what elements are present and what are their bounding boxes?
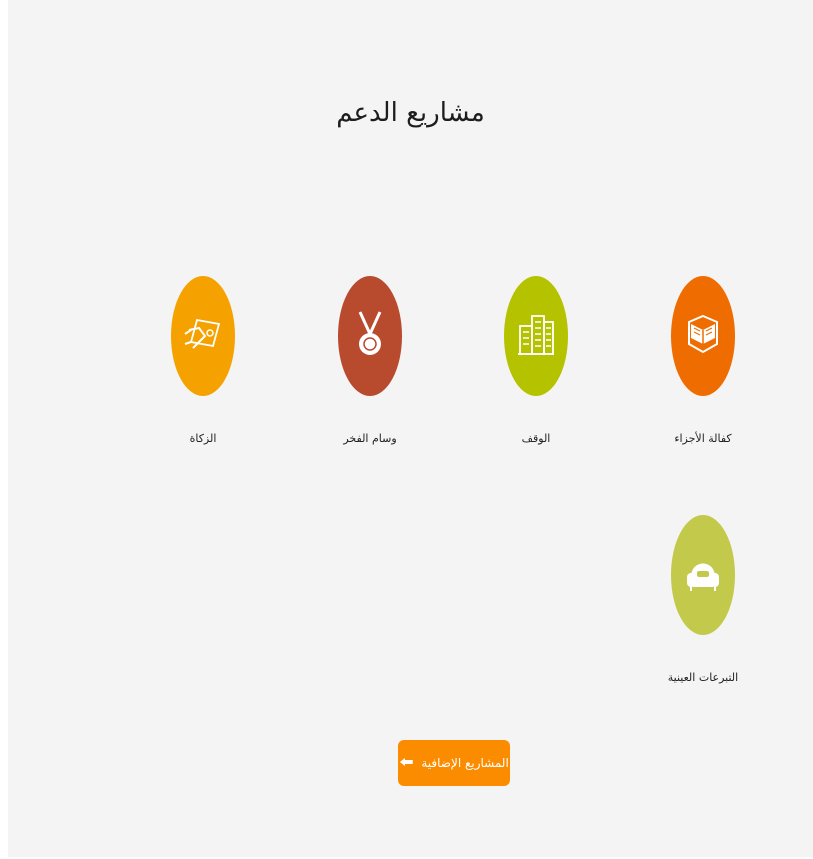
- armchair-icon: [683, 547, 723, 603]
- page-background: مشاريع الدعم كفالة الأجزاء الوقف وسام ال…: [8, 0, 813, 857]
- project-label: الوقف: [521, 432, 551, 445]
- project-card-zakat[interactable]: الزكاة: [128, 276, 278, 445]
- project-card-waqf[interactable]: الوقف: [461, 276, 611, 445]
- medal-icon: [350, 308, 390, 364]
- buildings-icon: [516, 308, 556, 364]
- project-icon-disc: [671, 276, 735, 396]
- hand-money-icon: [183, 308, 223, 364]
- project-card-kafala[interactable]: كفالة الأجزاء: [628, 276, 778, 445]
- project-label: وسام الفخر: [343, 432, 397, 445]
- project-card-in-kind[interactable]: التبرعات العينية: [628, 515, 778, 684]
- project-label: الزكاة: [189, 432, 217, 445]
- page-title: مشاريع الدعم: [336, 98, 485, 128]
- project-card-medal[interactable]: وسام الفخر: [295, 276, 445, 445]
- open-book-icon: [683, 308, 723, 364]
- more-projects-button[interactable]: المشاريع الإضافية 🠰: [398, 740, 510, 786]
- project-label: كفالة الأجزاء: [674, 432, 732, 445]
- more-projects-label: المشاريع الإضافية: [421, 756, 509, 770]
- project-icon-disc: [671, 515, 735, 635]
- project-icon-disc: [504, 276, 568, 396]
- project-icon-disc: [338, 276, 402, 396]
- arrow-left-icon: 🠰: [399, 755, 414, 771]
- project-label: التبرعات العينية: [667, 671, 739, 684]
- project-icon-disc: [171, 276, 235, 396]
